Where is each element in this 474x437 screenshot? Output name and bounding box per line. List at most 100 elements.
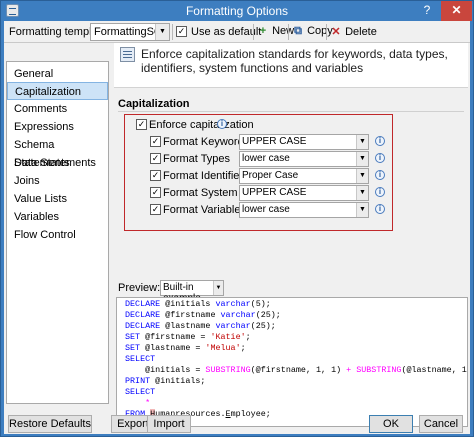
code-keyword: DECLARE — [125, 310, 161, 320]
preview-select[interactable]: Built-in example ▼ — [160, 280, 224, 304]
code-text: @initials — [165, 299, 211, 309]
toolbar-separator — [172, 24, 173, 40]
document-icon — [120, 47, 135, 62]
code-keyword: SELECT — [125, 354, 156, 364]
format-variables-label: Format Variables — [163, 204, 246, 216]
description-banner: Enforce capitalization standards for key… — [114, 43, 468, 88]
nav-item-comments[interactable]: Comments — [7, 100, 108, 118]
banner-description: Enforce capitalization standards for key… — [141, 47, 448, 75]
chevron-down-icon[interactable]: ▼ — [356, 169, 368, 183]
code-keyword: SET — [125, 343, 141, 353]
help-button[interactable]: ? — [414, 1, 440, 21]
chevron-down-icon[interactable]: ▼ — [213, 281, 223, 295]
nav-item-value-lists[interactable]: Value Lists — [7, 190, 108, 208]
chevron-down-icon[interactable]: ▼ — [356, 135, 368, 149]
category-list: General Capitalization Comments Expressi… — [6, 61, 109, 404]
format-identifiers-label: Format Identifiers — [163, 170, 249, 182]
use-as-default-check[interactable]: ✓ — [176, 26, 187, 37]
settings-panel: Enforce capitalization standards for key… — [114, 43, 468, 427]
template-toolbar: Formatting template: FormattingSQL ▼ ✓ U… — [4, 21, 470, 43]
code-keyword: SET — [125, 332, 141, 342]
chevron-down-icon[interactable]: ▼ — [356, 203, 368, 217]
code-text: @firstname = — [145, 332, 211, 342]
code-operator: + — [346, 365, 352, 375]
import-button[interactable]: Import — [147, 415, 191, 433]
formatting-options-window: Formatting Options ? ✕ Formatting templa… — [0, 0, 474, 437]
format-types-check[interactable]: ✓ — [150, 153, 161, 164]
format-variables-check[interactable]: ✓ — [150, 204, 161, 215]
format-identifiers-check[interactable]: ✓ — [150, 170, 161, 181]
info-icon[interactable]: i — [375, 136, 385, 146]
template-select[interactable]: FormattingSQL ▼ — [90, 23, 170, 41]
preview-bar: Preview: Built-in example ▼ — [116, 279, 468, 304]
info-icon[interactable]: i — [375, 153, 385, 163]
nav-item-joins[interactable]: Joins — [7, 172, 108, 190]
toolbar-separator — [253, 24, 254, 40]
code-operator: * — [145, 398, 151, 408]
title-bar: Formatting Options ? ✕ — [1, 1, 473, 21]
code-string: 'Melua' — [205, 343, 241, 353]
delete-label: Delete — [345, 26, 377, 38]
format-types-label: Format Types — [163, 153, 231, 165]
nav-item-flow-control[interactable]: Flow Control — [7, 226, 108, 244]
format-system-functions-check[interactable]: ✓ — [150, 187, 161, 198]
info-icon[interactable]: i — [375, 204, 385, 214]
code-keyword: PRINT — [125, 376, 151, 386]
chevron-down-icon[interactable]: ▼ — [155, 24, 169, 40]
new-icon: + — [259, 25, 267, 37]
restore-defaults-button[interactable]: Restore Defaults — [8, 415, 92, 433]
format-keywords-label: Format Keywords — [163, 136, 250, 148]
section-divider — [118, 111, 464, 112]
code-text: (@firstname, 1, 1) — [250, 365, 347, 375]
format-keywords-check[interactable]: ✓ — [150, 136, 161, 147]
toolbar-separator — [326, 24, 327, 40]
nav-item-general[interactable]: General — [7, 65, 108, 83]
code-text: ; — [245, 332, 251, 342]
info-icon[interactable]: i — [375, 170, 385, 180]
nav-item-expressions[interactable]: Expressions — [7, 118, 108, 136]
format-variables-select[interactable]: lower case ▼ — [239, 202, 369, 218]
code-string: 'Katie' — [210, 332, 246, 342]
code-text: mployee; — [230, 409, 271, 419]
preview-code-editor[interactable]: DECLARE @initials varchar(5); DECLARE @f… — [116, 297, 468, 427]
nav-item-schema-statements[interactable]: Schema Statements — [7, 136, 108, 169]
code-text: @initials = — [145, 365, 206, 375]
ok-button[interactable]: OK — [369, 415, 413, 433]
format-variables-value: lower case — [242, 204, 290, 215]
section-title: Capitalization — [118, 98, 190, 110]
code-function: SUBSTRING — [205, 365, 251, 375]
nav-item-variables[interactable]: Variables — [7, 208, 108, 226]
use-as-default-label: Use as default — [191, 26, 262, 38]
code-text: (5); — [250, 299, 271, 309]
chevron-down-icon[interactable]: ▼ — [356, 152, 368, 166]
code-text: (25); — [255, 310, 281, 320]
format-types-select[interactable]: lower case ▼ — [239, 151, 369, 167]
info-icon[interactable]: i — [375, 187, 385, 197]
code-type: varchar — [220, 310, 256, 320]
code-text: @lastname = — [145, 343, 206, 353]
code-keyword: DECLARE — [125, 299, 161, 309]
format-keywords-value: UPPER CASE — [242, 136, 307, 147]
code-function: SUBSTRING — [356, 365, 402, 375]
chevron-down-icon[interactable]: ▼ — [356, 186, 368, 200]
code-text: @initials; — [155, 376, 206, 386]
format-system-functions-select[interactable]: UPPER CASE ▼ — [239, 185, 369, 201]
code-text: (@lastname, 1, 1); — [401, 365, 467, 375]
close-button[interactable]: ✕ — [441, 1, 472, 21]
code-keyword: DECLARE — [125, 321, 161, 331]
code-type: varchar — [215, 299, 251, 309]
nav-item-capitalization[interactable]: Capitalization — [7, 82, 108, 100]
code-text: @firstname — [165, 310, 216, 320]
delete-button[interactable]: ✕ Delete — [330, 25, 377, 38]
info-icon[interactable]: i — [217, 119, 227, 129]
copy-icon: ⧉ — [294, 25, 302, 37]
nav-item-data-statements[interactable]: Data Statements — [7, 154, 108, 172]
cancel-button[interactable]: Cancel — [419, 415, 463, 433]
format-keywords-select[interactable]: UPPER CASE ▼ — [239, 134, 369, 150]
format-system-functions-value: UPPER CASE — [242, 187, 307, 198]
code-keyword: SELECT — [125, 387, 156, 397]
code-text: ; — [240, 343, 246, 353]
copy-label: Copy — [307, 25, 333, 37]
enforce-check[interactable]: ✓ — [136, 119, 147, 130]
format-identifiers-select[interactable]: Proper Case ▼ — [239, 168, 369, 184]
